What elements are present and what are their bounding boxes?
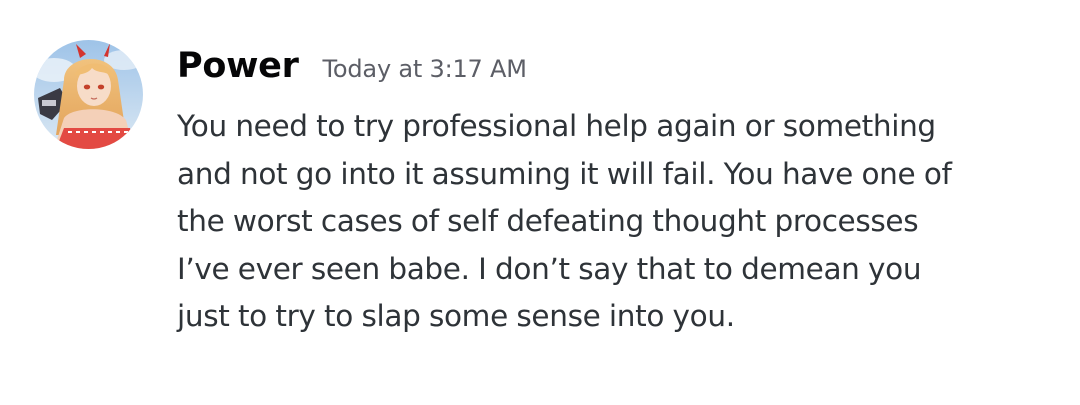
message-content: You need to try professional help again … bbox=[177, 103, 1067, 341]
avatar-image-icon bbox=[34, 40, 143, 149]
message-header: Power Today at 3:17 AM bbox=[177, 46, 527, 96]
message-line: You need to try professional help again … bbox=[177, 109, 936, 143]
timestamp: Today at 3:17 AM bbox=[322, 55, 527, 83]
username[interactable]: Power bbox=[177, 46, 299, 86]
avatar[interactable] bbox=[34, 40, 143, 149]
message-line: just to try to slap some sense into you. bbox=[177, 299, 735, 334]
message-line: I’ve ever seen babe. I don’t say that to… bbox=[177, 251, 922, 286]
message-line: the worst cases of self defeating though… bbox=[177, 204, 919, 239]
message-line: and not go into it assuming it will fail… bbox=[177, 156, 952, 191]
chat-message: Power Today at 3:17 AM You need to try p… bbox=[0, 0, 1080, 405]
